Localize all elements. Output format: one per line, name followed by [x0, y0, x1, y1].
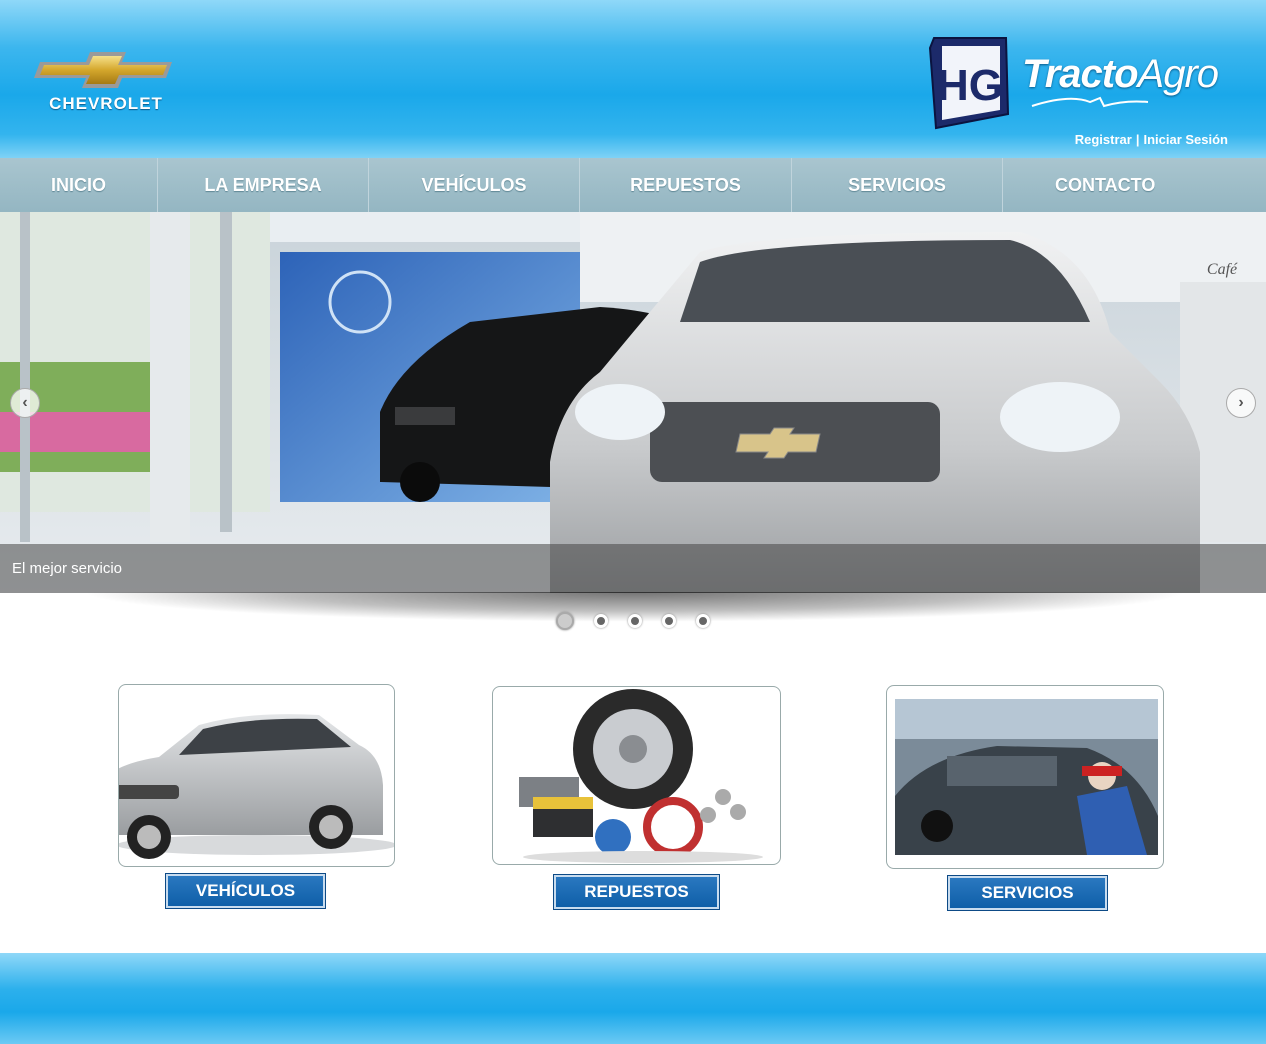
nav-item-vehiculos[interactable]: VEHÍCULOS: [369, 158, 580, 212]
cafe-sign: Café: [1207, 261, 1238, 278]
slider-dot-3[interactable]: [628, 614, 642, 628]
chevron-left-icon: ‹: [22, 394, 28, 411]
chevrolet-bowtie-icon: [34, 52, 172, 88]
slider-dot-5[interactable]: [696, 614, 710, 628]
tractoagro-logo[interactable]: TractoAgro: [1022, 52, 1242, 112]
auth-separator: |: [1135, 132, 1140, 147]
hg-mark-text: HG: [937, 61, 1003, 110]
nav-item-contacto[interactable]: CONTACTO: [1003, 158, 1266, 212]
services-card[interactable]: [886, 685, 1164, 869]
hero-slider[interactable]: Café El mejor servicio ‹ ›: [0, 212, 1266, 593]
nav-item-servicios[interactable]: SERVICIOS: [792, 158, 1003, 212]
tractoagro-swoosh-icon: [1031, 96, 1149, 108]
chevron-right-icon: ›: [1238, 394, 1244, 411]
slider-dot-1[interactable]: [556, 612, 574, 630]
parts-card[interactable]: [492, 686, 781, 865]
showroom-image: Café: [0, 212, 1266, 593]
tractoagro-wordmark-bold: Tracto: [1022, 52, 1139, 96]
slider-dot-2[interactable]: [594, 614, 608, 628]
slide-caption: El mejor servicio: [0, 544, 1266, 593]
slider-dot-4[interactable]: [662, 614, 676, 628]
chevrolet-wordmark: CHEVROLET: [49, 94, 163, 113]
nav-item-la-empresa[interactable]: LA EMPRESA: [158, 158, 369, 212]
chevrolet-logo[interactable]: CHEVROLET: [34, 48, 178, 116]
hg-logo-icon[interactable]: HG: [928, 34, 1012, 130]
slider-next-button[interactable]: ›: [1226, 388, 1256, 418]
slider-prev-button[interactable]: ‹: [10, 388, 40, 418]
site-header: CHEVROLET HG TractoAgro Registrar | Inicia…: [0, 0, 1266, 158]
site-footer: [0, 953, 1266, 1044]
nav-item-repuestos[interactable]: REPUESTOS: [580, 158, 792, 212]
main-nav: INICIO LA EMPRESA VEHÍCULOS REPUESTOS SE…: [0, 158, 1266, 212]
nav-item-inicio[interactable]: INICIO: [0, 158, 158, 212]
slider-pagination: [556, 612, 710, 630]
register-link[interactable]: Registrar: [1075, 132, 1132, 147]
auto-parts-image: [519, 689, 763, 863]
login-link[interactable]: Iniciar Sesión: [1143, 132, 1228, 147]
service-workshop-image: [895, 699, 1158, 855]
tractoagro-wordmark: TractoAgro: [1022, 52, 1219, 97]
vehicles-card[interactable]: [118, 684, 395, 867]
tractoagro-wordmark-light: Agro: [1137, 52, 1219, 96]
vehicles-button[interactable]: VEHÍCULOS: [165, 873, 326, 909]
auth-links: Registrar | Iniciar Sesión: [1075, 132, 1228, 147]
services-button[interactable]: SERVICIOS: [947, 875, 1108, 911]
sedan-car-image: [119, 714, 394, 859]
parts-button[interactable]: REPUESTOS: [553, 874, 720, 910]
